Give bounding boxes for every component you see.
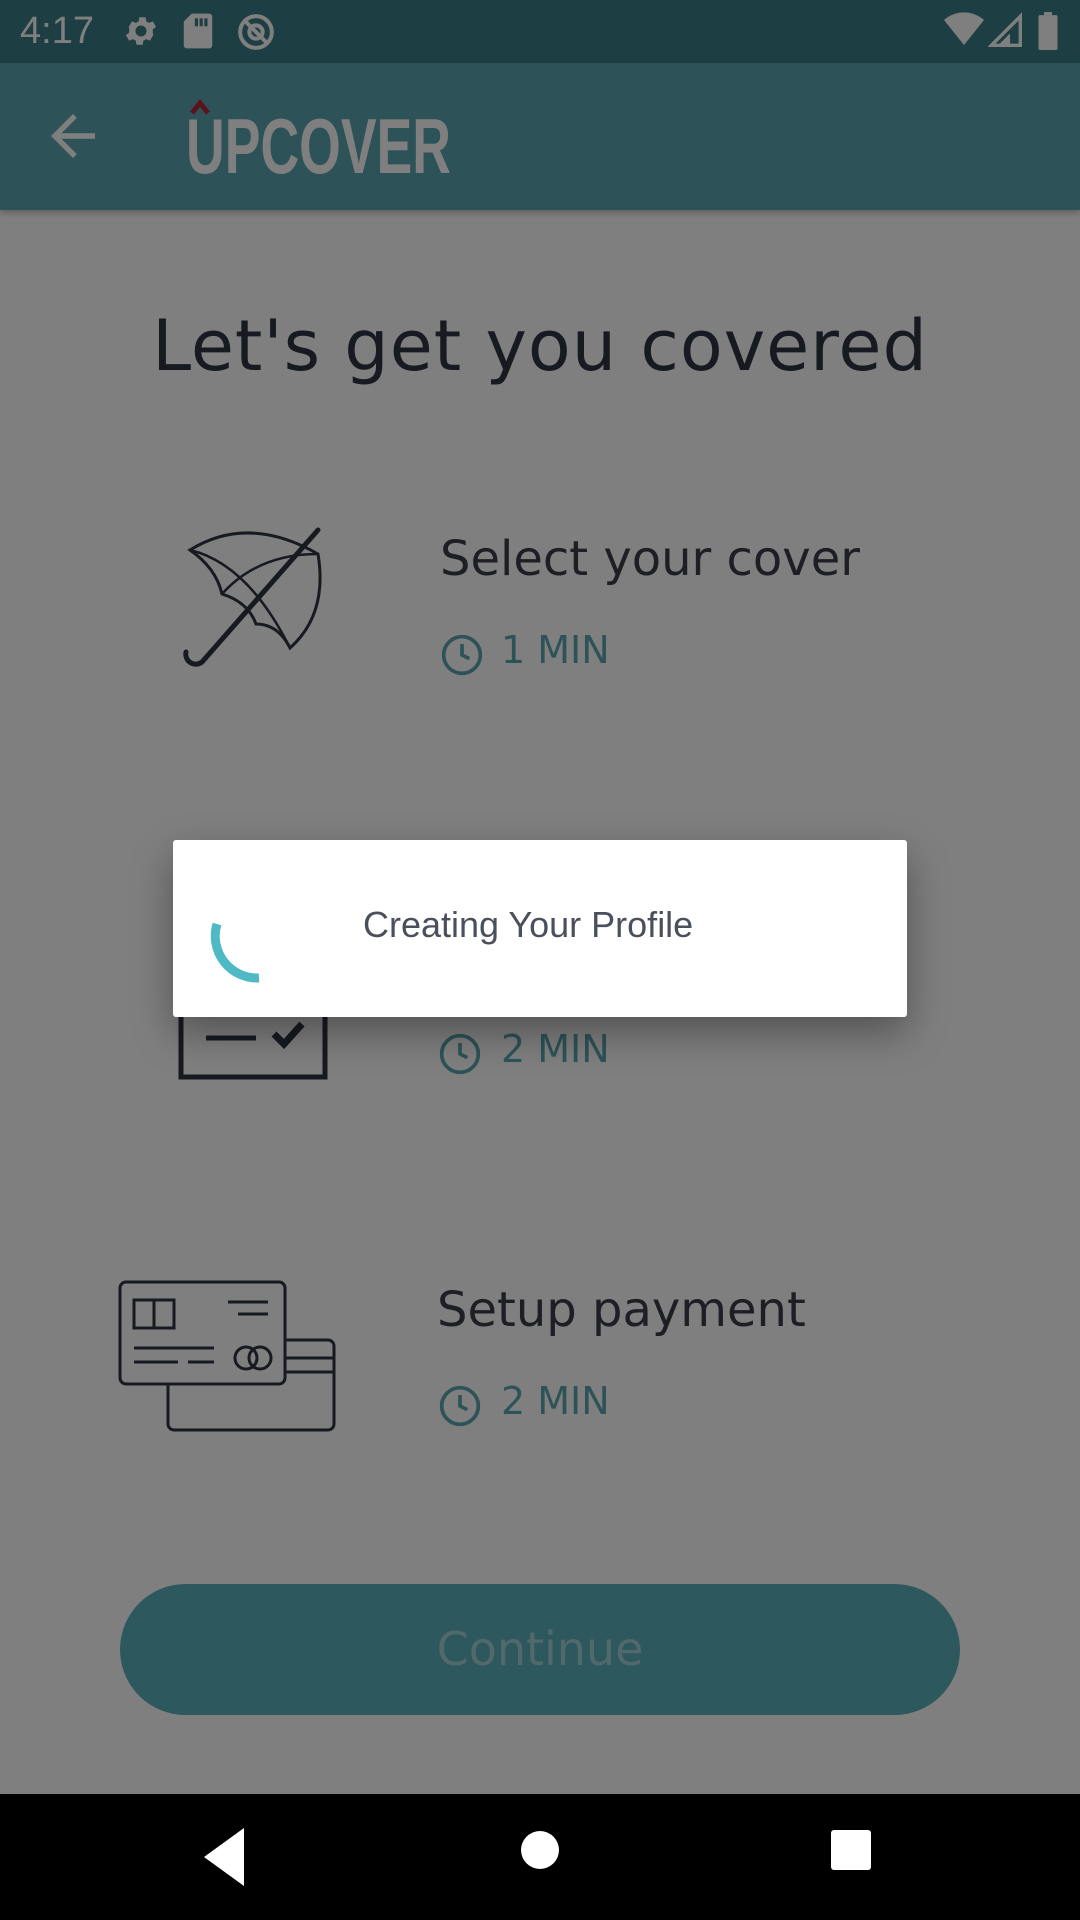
recents-square-icon[interactable] xyxy=(831,1830,871,1875)
loading-spinner-icon xyxy=(203,874,313,984)
dialog-message: Creating Your Profile xyxy=(363,904,694,945)
screen: 4:17 UPCOVER Let's ge xyxy=(0,0,1080,1920)
home-circle-icon[interactable] xyxy=(520,1830,560,1875)
back-triangle-icon[interactable] xyxy=(200,1824,246,1895)
progress-dialog: Creating Your Profile xyxy=(173,840,907,1017)
navigation-bar xyxy=(0,1794,1080,1920)
